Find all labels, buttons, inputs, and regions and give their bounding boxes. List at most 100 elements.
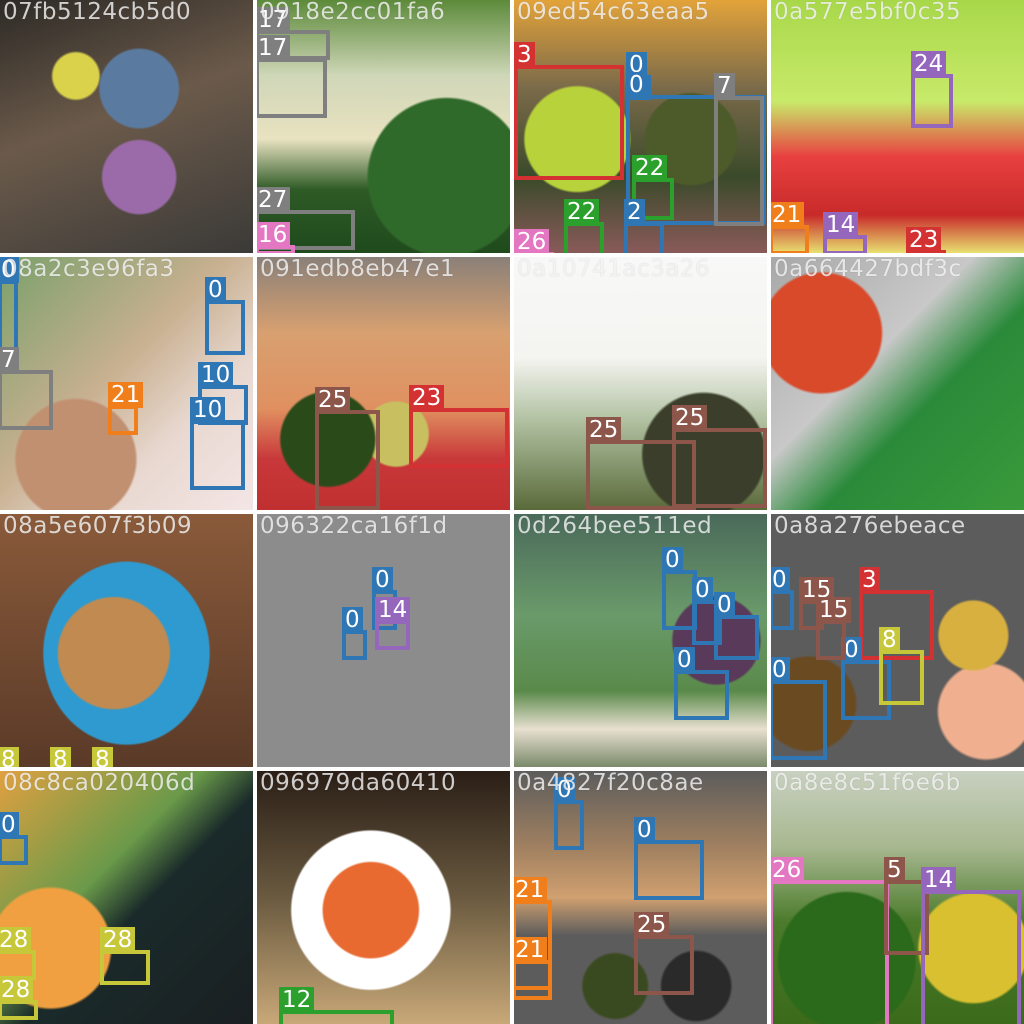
box-class-label: 14 bbox=[921, 867, 957, 893]
bounding-box: 10 bbox=[190, 397, 245, 490]
bounding-box: 0 bbox=[771, 567, 794, 630]
tile-avocado-bag: 25 25 0a10741ac3a26 bbox=[514, 257, 767, 510]
box-class-label: 21 bbox=[514, 877, 548, 903]
bounding-box: 17 bbox=[257, 35, 327, 118]
tile-filename: 0a577e5bf0c35 bbox=[774, 0, 962, 25]
box-class-label: 26 bbox=[771, 857, 805, 883]
tile-filename: 096979da60410 bbox=[260, 771, 457, 796]
tile-image bbox=[0, 514, 253, 767]
tile-filename: 096322ca16f1d bbox=[260, 514, 448, 539]
tile-filename: 0d264bee511ed bbox=[517, 514, 713, 539]
box-class-label: 27 bbox=[257, 187, 291, 213]
box-class-label: 24 bbox=[911, 51, 947, 77]
tile-image bbox=[0, 771, 253, 1024]
bounding-box: 14 bbox=[823, 212, 867, 253]
tile-banana-stall: 3 0 0 7 22 22 2 26 09ed54c63eaa5 bbox=[514, 0, 767, 253]
tile-filename: 08a2c3e96fa3 bbox=[3, 257, 175, 282]
bounding-box: 21 bbox=[771, 202, 809, 253]
tile-filename: 08c8ca020406d bbox=[3, 771, 196, 796]
box-class-label: 0 bbox=[0, 812, 19, 838]
bounding-box: 0 bbox=[554, 777, 584, 850]
tile-strawberry-melon: 0a664427bdf3c bbox=[771, 257, 1024, 510]
bounding-box: 28 bbox=[0, 927, 36, 980]
box-class-label: 0 bbox=[771, 657, 790, 683]
tile-crates-avocado: 0 0 21 21 25 0a4827f20c8ae bbox=[514, 771, 767, 1024]
tile-lettuce-pack: 24 21 14 23 0a577e5bf0c35 bbox=[771, 0, 1024, 253]
box-class-label: 21 bbox=[771, 202, 805, 228]
tile-bananas-peach: 3 0 0 0 8 15 15 0a8a276ebeace bbox=[771, 514, 1024, 767]
bounding-box: 7 bbox=[714, 73, 764, 226]
tile-image bbox=[771, 257, 1024, 510]
bounding-box: 28 bbox=[0, 977, 38, 1020]
box-class-label: 8 bbox=[50, 747, 71, 767]
bounding-box: 14 bbox=[375, 597, 411, 650]
bounding-box: 0 bbox=[674, 647, 729, 720]
box-class-label: 28 bbox=[100, 927, 136, 953]
box-class-label: 25 bbox=[672, 405, 708, 431]
tile-filename: 07fb5124cb5d0 bbox=[3, 0, 192, 25]
bounding-box: 21 bbox=[514, 937, 552, 1000]
box-class-label: 8 bbox=[0, 747, 19, 767]
box-class-label: 23 bbox=[409, 385, 445, 411]
box-class-label: 28 bbox=[0, 927, 32, 953]
bounding-box: 7 bbox=[0, 347, 53, 430]
bounding-box: 26 bbox=[514, 229, 554, 253]
bounding-box: 26 bbox=[771, 857, 889, 1024]
bounding-box: 12 bbox=[279, 987, 394, 1024]
tile-pasta-plate: 12 096979da60410 bbox=[257, 771, 510, 1024]
tile-oranges-collage: 0 28 28 28 08c8ca020406d bbox=[0, 771, 253, 1024]
bounding-box: 2 bbox=[624, 199, 664, 253]
tile-filename: 08a5e607f3b09 bbox=[3, 514, 193, 539]
box-class-label: 16 bbox=[257, 222, 291, 248]
box-class-label: 0 bbox=[626, 72, 647, 98]
box-class-label: 12 bbox=[279, 987, 315, 1013]
box-class-label: 22 bbox=[564, 199, 600, 225]
tile-filename: 0a10741ac3a26 bbox=[517, 257, 711, 282]
tile-filename: 0a664427bdf3c bbox=[774, 257, 962, 282]
box-class-label: 7 bbox=[714, 73, 735, 99]
tile-market-bags: 07fb5124cb5d0 bbox=[0, 0, 253, 253]
bounding-box: 16 bbox=[257, 222, 295, 253]
box-class-label: 25 bbox=[315, 387, 351, 413]
box-class-label: 0 bbox=[674, 647, 695, 673]
bounding-box: 0 bbox=[714, 592, 759, 660]
bounding-box: 25 bbox=[315, 387, 380, 510]
bounding-box: 23 bbox=[906, 227, 946, 253]
box-class-label: 0 bbox=[205, 277, 226, 303]
box-class-label: 25 bbox=[586, 417, 622, 443]
tile-image bbox=[0, 0, 253, 253]
tile-collage-a: 0 7 21 10 10 0 08a2c3e96fa3 bbox=[0, 257, 253, 510]
box-class-label: 23 bbox=[906, 227, 942, 253]
box-class-label: 15 bbox=[816, 597, 852, 623]
box-class-label: 25 bbox=[634, 912, 670, 938]
bounding-box: 0 bbox=[205, 277, 245, 355]
box-class-label: 5 bbox=[884, 857, 905, 883]
bounding-box: 8 bbox=[879, 627, 924, 705]
tile-filename: 0a8a276ebeace bbox=[774, 514, 966, 539]
box-class-label: 17 bbox=[257, 35, 291, 61]
tile-orchard-sign: 171712716000918e2cc01fa6 bbox=[257, 0, 510, 253]
box-class-label: 28 bbox=[0, 977, 34, 1003]
tile-filename: 0a4827f20c8ae bbox=[517, 771, 704, 796]
box-class-label: 14 bbox=[823, 212, 859, 238]
bounding-box: 15 bbox=[816, 597, 852, 660]
box-class-label: 21 bbox=[108, 382, 144, 408]
box-class-label: 10 bbox=[198, 362, 234, 388]
bounding-box: 0 bbox=[771, 657, 827, 760]
box-class-label: 0 bbox=[634, 817, 655, 843]
tile-image bbox=[771, 0, 1024, 253]
box-class-label: 7 bbox=[0, 347, 19, 373]
box-class-label: 26 bbox=[514, 229, 550, 253]
box-class-label: 3 bbox=[859, 567, 880, 593]
bounding-box: 0 bbox=[342, 607, 367, 660]
tile-fried-plate: 8 8 8 08a5e607f3b09 bbox=[0, 514, 253, 767]
box-class-label: 0 bbox=[372, 567, 393, 593]
box-class-label: 10 bbox=[190, 397, 226, 423]
box-class-label: 22 bbox=[632, 155, 668, 181]
box-class-label: 2 bbox=[624, 199, 645, 225]
tile-broccoli: 26 5 14 0a8e8c51f6e6b bbox=[771, 771, 1024, 1024]
tile-avocado-half: 25 23 091edb8eb47e1 bbox=[257, 257, 510, 510]
box-class-label: 0 bbox=[342, 607, 363, 633]
tile-filename: 09ed54c63eaa5 bbox=[517, 0, 710, 25]
box-class-label: 0 bbox=[771, 567, 790, 593]
